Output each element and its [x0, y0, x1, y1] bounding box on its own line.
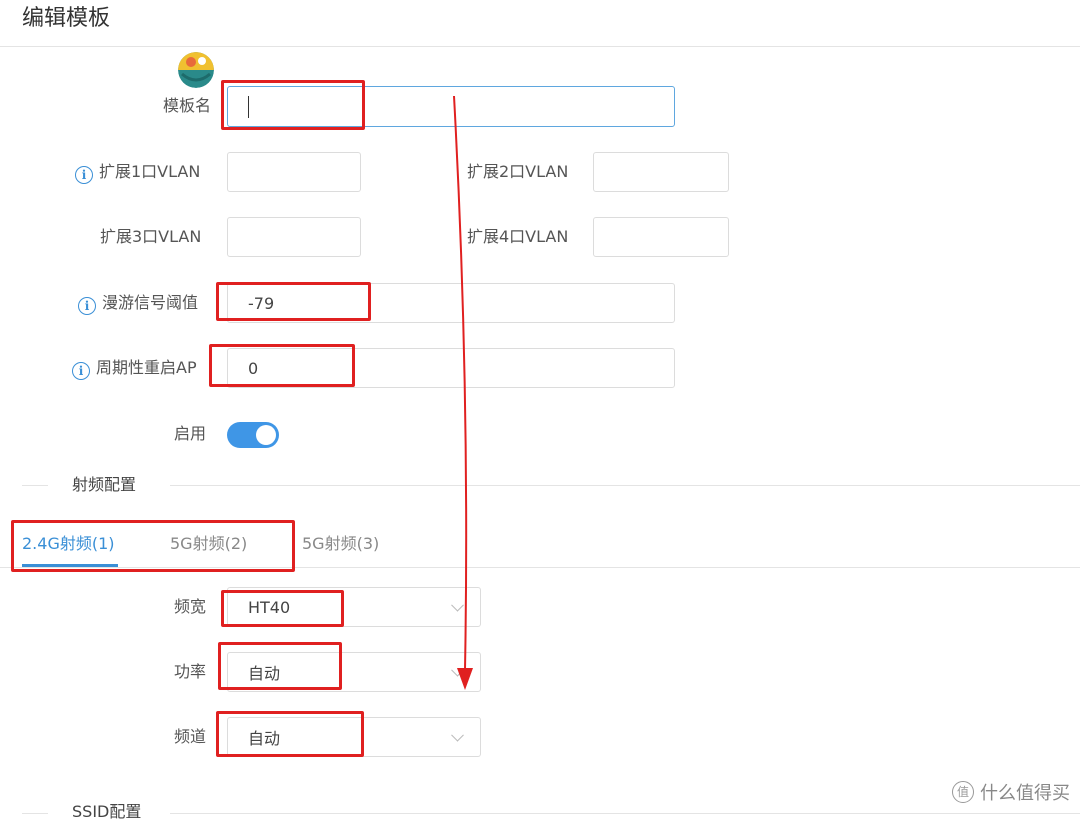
- radio-section-title: 射频配置: [72, 475, 137, 494]
- annotation-box-restart: [209, 344, 355, 387]
- watermark-logo-icon: 值: [952, 781, 974, 803]
- template-name-label: 模板名: [162, 96, 211, 115]
- tab-5g-radio-3[interactable]: 5G射频(3): [302, 534, 379, 554]
- annotation-box-template-name: [221, 80, 365, 130]
- toggle-knob: [256, 425, 276, 445]
- enable-toggle[interactable]: [227, 422, 279, 448]
- info-icon[interactable]: i: [75, 166, 93, 184]
- info-icon[interactable]: i: [72, 362, 90, 380]
- ext2-vlan-label: 扩展2口VLAN: [467, 162, 569, 181]
- ext3-vlan-label: 扩展3口VLAN: [100, 227, 202, 246]
- roaming-threshold-label: i 漫游信号阈值: [78, 293, 198, 315]
- info-icon[interactable]: i: [78, 297, 96, 315]
- page-title: 编辑模板: [22, 6, 111, 31]
- section-divider-right: [170, 485, 1080, 486]
- channel-label: 频道: [174, 727, 207, 746]
- ssid-section-title: SSID配置: [72, 802, 142, 821]
- ext1-vlan-input[interactable]: [227, 152, 361, 192]
- title-divider: [0, 46, 1080, 47]
- section-divider-left: [22, 485, 48, 486]
- annotation-arrow: [453, 95, 473, 690]
- app-logo-icon: [178, 52, 214, 88]
- annotation-box-tabs: [11, 520, 295, 572]
- ext4-vlan-label: 扩展4口VLAN: [467, 227, 569, 246]
- annotation-box-channel: [216, 711, 364, 757]
- chevron-down-icon: [451, 728, 464, 742]
- ext2-vlan-input[interactable]: [593, 152, 729, 192]
- ext1-vlan-label: i 扩展1口VLAN: [75, 162, 200, 184]
- annotation-box-bandwidth: [221, 590, 344, 627]
- annotation-box-roaming: [216, 282, 371, 321]
- enable-label: 启用: [174, 424, 207, 443]
- bandwidth-label: 频宽: [174, 597, 207, 616]
- annotation-box-power: [218, 642, 342, 690]
- periodic-restart-label: i 周期性重启AP: [72, 358, 197, 380]
- ext3-vlan-input[interactable]: [227, 217, 361, 257]
- watermark: 值 什么值得买: [952, 779, 1070, 805]
- ext4-vlan-input[interactable]: [593, 217, 729, 257]
- power-label: 功率: [174, 662, 207, 681]
